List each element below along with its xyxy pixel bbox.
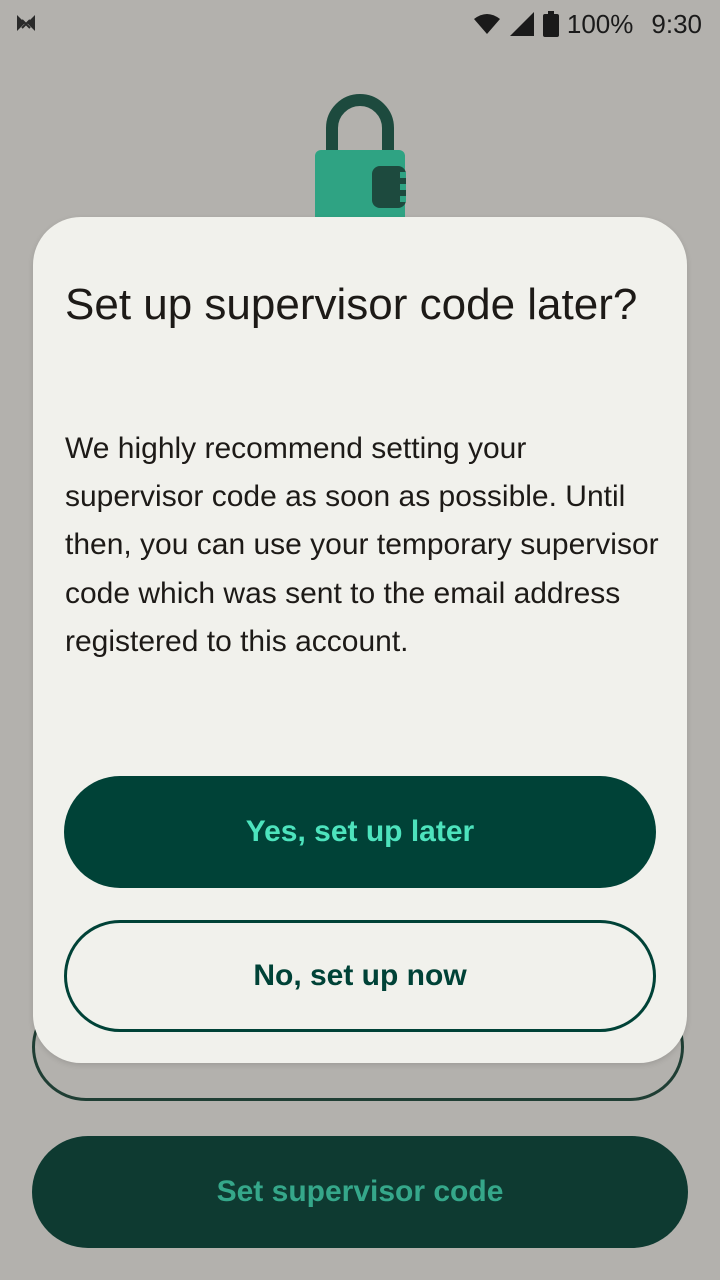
battery-percent: 100% [566,8,634,39]
padlock-icon [315,94,406,224]
yes-set-up-later-button[interactable]: Yes, set up later [64,776,656,888]
clock: 9:30 [651,8,702,39]
setup-later-dialog: Set up supervisor code later? We highly … [33,217,687,1063]
cell-signal-icon [509,12,534,36]
app-notification-icon [17,15,35,31]
wifi-icon [473,14,500,34]
status-right-group: 100% 9:30 [473,8,702,40]
battery-icon [542,11,559,37]
dialog-title: Set up supervisor code later? [65,280,638,329]
set-supervisor-code-button[interactable]: Set supervisor code [32,1136,688,1248]
status-bar: 100% 9:30 [0,0,720,48]
dialog-message: We highly recommend setting your supervi… [65,432,659,658]
no-set-up-now-button[interactable]: No, set up now [64,920,656,1032]
